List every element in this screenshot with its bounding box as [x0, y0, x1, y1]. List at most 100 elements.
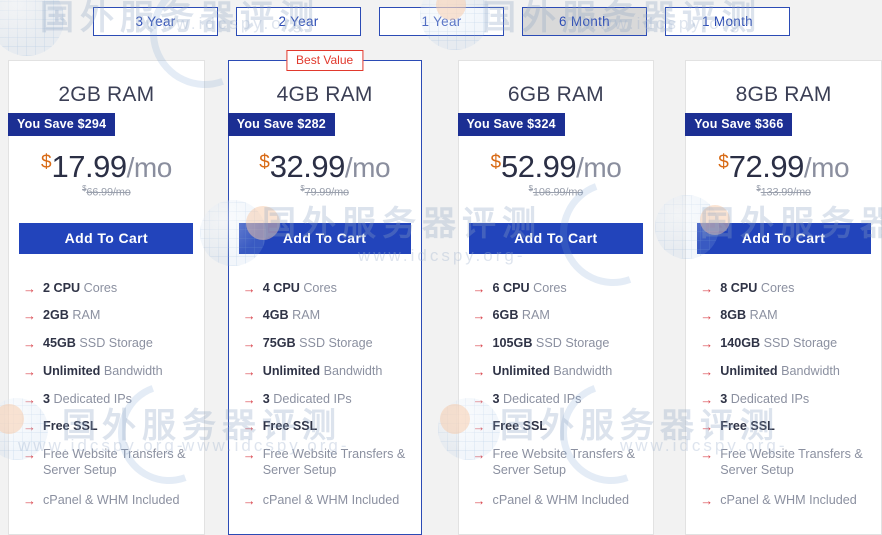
plan-title: 8GB RAM: [735, 83, 832, 106]
feature-label: 75GB SSD Storage: [263, 336, 373, 352]
feature-item: → 4GB RAM: [243, 308, 413, 324]
feature-label: Unlimited Bandwidth: [720, 364, 840, 380]
feature-label: Unlimited Bandwidth: [43, 364, 163, 380]
feature-highlight: Unlimited: [492, 363, 550, 378]
arrow-right-icon: →: [23, 419, 36, 435]
feature-label: 3 Dedicated IPs: [43, 392, 132, 408]
feature-item: → Free SSL: [243, 419, 413, 435]
original-price-value: 133.99/mo: [760, 186, 811, 199]
feature-rest: Free Website Transfers & Server Setup: [492, 447, 636, 477]
feature-rest: Bandwidth: [320, 363, 383, 378]
best-value-badge: Best Value: [286, 50, 364, 71]
feature-rest: RAM: [746, 308, 778, 323]
plan-card: Best Value 4GB RAM You Save $282 $32.99/mo $…: [227, 50, 422, 535]
feature-label: Free SSL: [43, 419, 98, 435]
plan-price-block: $52.99/mo: [459, 151, 654, 182]
watermark-globe-icon: [0, 0, 64, 56]
plan-original-price: $66.99/mo: [9, 184, 204, 199]
feature-rest: cPanel & WHM Included: [262, 492, 400, 507]
feature-label: cPanel & WHM Included: [263, 493, 400, 509]
feature-highlight: 6 CPU: [492, 280, 530, 295]
currency-symbol: $: [40, 151, 52, 173]
plan-feature-list: → 4 CPU Cores → 4GB RAM → 75GB SSD Storage → Un…: [229, 281, 421, 509]
arrow-right-icon: →: [242, 336, 256, 352]
arrow-right-icon: →: [23, 492, 36, 508]
feature-highlight: 3: [492, 391, 500, 406]
feature-highlight: Free SSL: [492, 419, 548, 434]
plan-price-block: $72.99/mo: [686, 151, 881, 182]
feature-highlight: 2GB: [43, 308, 69, 323]
term-tab-6-month[interactable]: 6 Month: [522, 7, 647, 36]
feature-rest: Cores: [529, 280, 567, 295]
term-tab-1-year[interactable]: 1 Year: [379, 7, 504, 36]
feature-highlight: 3: [262, 391, 270, 406]
feature-rest: Free Website Transfers & Server Setup: [43, 447, 186, 477]
feature-item: → 8 CPU Cores: [700, 281, 873, 297]
feature-item: → 140GB SSD Storage: [700, 336, 873, 352]
you-save-badge: You Save $282: [227, 113, 335, 136]
feature-label: 4 CPU Cores: [263, 281, 337, 297]
original-price-value: 66.99/mo: [86, 186, 131, 199]
feature-rest: SSD Storage: [75, 336, 153, 351]
plan-title: 2GB RAM: [58, 83, 155, 106]
feature-rest: Dedicated IPs: [727, 391, 810, 406]
feature-rest: RAM: [518, 308, 550, 323]
feature-rest: Free Website Transfers & Server Setup: [720, 447, 863, 477]
feature-highlight: 8 CPU: [720, 280, 758, 295]
add-to-cart-button[interactable]: Add To Cart: [468, 222, 643, 254]
feature-label: 6GB RAM: [493, 308, 550, 324]
feature-rest: SSD Storage: [295, 336, 373, 351]
feature-item: → 4 CPU Cores: [243, 281, 413, 297]
original-price-value: 106.99/mo: [532, 186, 584, 199]
price-amount: 72.99: [728, 149, 805, 184]
feature-item: → cPanel & WHM Included: [473, 493, 646, 509]
plan-title: 4GB RAM: [276, 83, 373, 106]
arrow-right-icon: →: [472, 280, 486, 296]
term-tab-2-year[interactable]: 2 Year: [236, 7, 361, 36]
plan-title: 6GB RAM: [507, 83, 604, 106]
plan-feature-list: → 2 CPU Cores → 2GB RAM → 45GB SSD Storage → Un…: [9, 281, 204, 509]
feature-label: Free Website Transfers & Server Setup: [720, 447, 873, 478]
arrow-right-icon: →: [472, 492, 486, 508]
feature-item: → Unlimited Bandwidth: [243, 364, 413, 380]
arrow-right-icon: →: [23, 363, 36, 379]
arrow-right-icon: →: [242, 308, 256, 324]
feature-rest: Dedicated IPs: [499, 391, 582, 406]
feature-item: → Free SSL: [23, 419, 196, 435]
term-tab-3-year[interactable]: 3 Year: [93, 7, 218, 36]
feature-item: → Free SSL: [473, 419, 646, 435]
arrow-right-icon: →: [472, 308, 486, 324]
feature-rest: Free Website Transfers & Server Setup: [262, 447, 406, 477]
feature-item: → Unlimited Bandwidth: [23, 364, 196, 380]
price-period: /mo: [576, 152, 622, 183]
feature-item: → 45GB SSD Storage: [23, 336, 196, 352]
arrow-right-icon: →: [472, 391, 486, 407]
arrow-right-icon: →: [242, 363, 256, 379]
arrow-right-icon: →: [700, 336, 714, 352]
feature-label: 8 CPU Cores: [720, 281, 794, 297]
feature-highlight: Free SSL: [43, 419, 98, 434]
feature-rest: Dedicated IPs: [50, 391, 132, 406]
feature-label: Unlimited Bandwidth: [263, 364, 383, 380]
arrow-right-icon: →: [472, 419, 486, 435]
feature-item: → cPanel & WHM Included: [700, 493, 873, 509]
add-to-cart-button[interactable]: Add To Cart: [238, 222, 411, 254]
feature-item: → 6 CPU Cores: [473, 281, 646, 297]
arrow-right-icon: →: [700, 280, 714, 296]
feature-item: → 3 Dedicated IPs: [700, 392, 873, 408]
arrow-right-icon: →: [700, 419, 714, 435]
currency-symbol: $: [259, 151, 270, 173]
feature-label: Free SSL: [493, 419, 548, 435]
plan-price: $52.99/mo: [490, 151, 621, 182]
feature-rest: Cores: [757, 280, 795, 295]
arrow-right-icon: →: [242, 447, 256, 463]
feature-rest: SSD Storage: [760, 336, 838, 351]
you-save-badge: You Save $366: [685, 113, 793, 136]
feature-rest: Bandwidth: [777, 363, 840, 378]
term-tab-1-month[interactable]: 1 Month: [665, 7, 790, 36]
feature-item: → Free Website Transfers & Server Setup: [23, 447, 196, 478]
add-to-cart-button[interactable]: Add To Cart: [696, 222, 871, 254]
arrow-right-icon: →: [242, 391, 256, 407]
add-to-cart-button[interactable]: Add To Cart: [19, 222, 194, 254]
feature-item: → 6GB RAM: [473, 308, 646, 324]
